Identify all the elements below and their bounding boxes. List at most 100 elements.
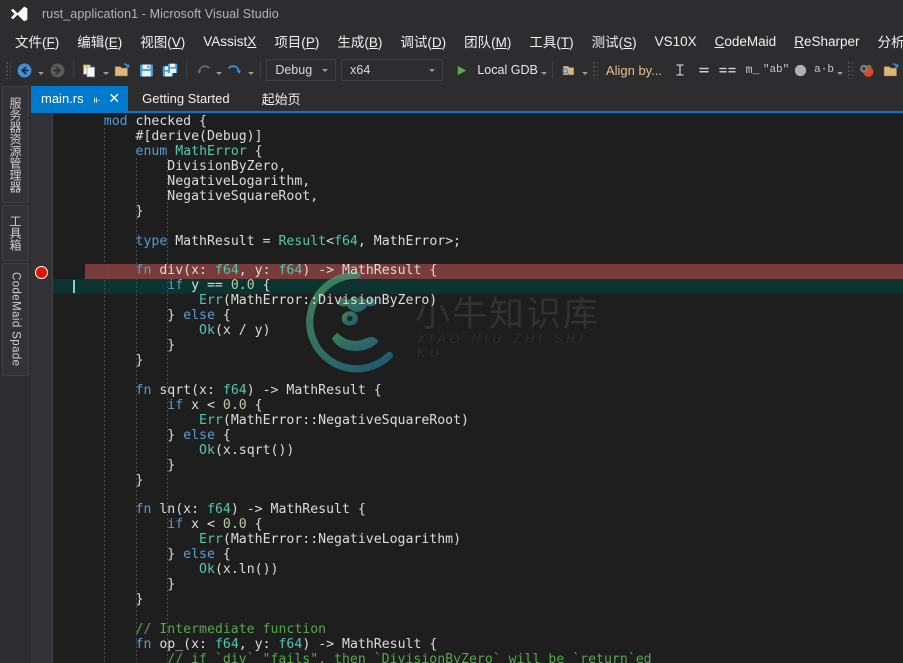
menu-item-1[interactable]: 编辑(E) (68, 28, 131, 55)
menu-item-11[interactable]: CodeMaid (706, 31, 786, 53)
code-line[interactable]: Ok(x / y) (53, 323, 903, 339)
code-line[interactable] (53, 220, 903, 235)
code-line[interactable]: // if `div` "fails", then `DivisionByZer… (53, 652, 903, 663)
text-cursor-icon[interactable] (668, 58, 692, 82)
single-equals-icon[interactable] (692, 58, 716, 82)
menu-item-8[interactable]: 工具(T) (520, 28, 582, 55)
code-line[interactable]: fn op_(x: f64, y: f64) -> MathResult { (53, 637, 903, 653)
code-line[interactable]: } (53, 577, 903, 593)
navigate-forward-icon[interactable] (45, 58, 69, 82)
open-file-icon[interactable] (110, 58, 134, 82)
menu-item-3[interactable]: VAssistX (194, 31, 265, 53)
code-line[interactable]: // Intermediate function (53, 622, 903, 638)
menu-item-2[interactable]: 视图(V) (131, 28, 194, 55)
code-line[interactable]: } else { (53, 308, 903, 324)
resharper-tomato-icon[interactable] (855, 58, 879, 82)
toolbar-grip[interactable] (847, 61, 854, 79)
code-line[interactable]: if y == 0.0 { (53, 278, 903, 295)
editor-tab-getting-started[interactable]: Getting Started (128, 86, 248, 111)
open-folder-icon[interactable] (879, 58, 903, 82)
editor-tab-[interactable]: 起始页 (247, 86, 319, 111)
code-line[interactable]: if x < 0.0 { (53, 517, 903, 533)
save-all-icon[interactable] (158, 58, 182, 82)
code-line[interactable]: #[derive(Debug)] (53, 129, 903, 145)
menu-item-12[interactable]: ReSharper (785, 31, 868, 53)
code-line[interactable]: Err(MathError::NegativeLogarithm) (53, 532, 903, 548)
undo-dropdown[interactable] (215, 58, 223, 82)
source-code[interactable]: mod checked { #[derive(Debug)] enum Math… (53, 113, 903, 663)
quoted-ab-icon[interactable]: "ab" (763, 58, 789, 82)
redo-icon[interactable] (223, 58, 247, 82)
editor-gutter[interactable] (31, 113, 52, 663)
a-dot-b-icon[interactable]: a·b (812, 58, 836, 82)
code-line[interactable]: mod checked { (53, 114, 903, 130)
solution-configuration-combo[interactable]: Debug (266, 59, 337, 81)
code-line[interactable]: fn sqrt(x: f64) -> MathResult { (53, 382, 903, 399)
find-in-files-icon[interactable] (557, 58, 581, 82)
menu-item-5[interactable]: 生成(B) (328, 28, 391, 55)
code-line[interactable]: Ok(x.ln()) (53, 562, 903, 578)
code-line-text: type MathResult = Result<f64, MathError>… (135, 233, 462, 249)
new-file-icon[interactable] (78, 58, 102, 82)
member-underscore-icon[interactable]: m_ (740, 58, 764, 82)
start-debugging-button[interactable] (449, 58, 473, 82)
toolbar-grip[interactable] (5, 61, 11, 79)
menu-item-7[interactable]: 团队(M) (455, 28, 520, 55)
find-options-dropdown[interactable] (581, 58, 589, 82)
code-line-text: fn div(x: f64, y: f64) -> MathResult { (135, 263, 438, 279)
menu-item-4[interactable]: 项目(P) (265, 28, 328, 55)
code-line[interactable]: } (53, 338, 903, 354)
sidebar-item-codemaid-spade[interactable]: CodeMaid Spade (2, 263, 29, 376)
sidebar-item-server-explorer[interactable]: 服务器资源管理器 (2, 86, 29, 203)
solution-configuration-value: Debug (275, 63, 313, 77)
pin-icon[interactable]: ⫦ (94, 93, 101, 105)
code-text-area[interactable]: 小牛知识库 XIAO NIU ZHI SHI KU mod checked { … (53, 113, 903, 663)
code-line[interactable]: } (53, 458, 903, 474)
start-debugging-dropdown[interactable] (540, 58, 548, 82)
redo-dropdown[interactable] (247, 58, 255, 82)
menu-item-10[interactable]: VS10X (646, 31, 706, 53)
code-line[interactable]: } (53, 592, 903, 608)
solution-platform-combo[interactable]: x64 (341, 59, 444, 81)
code-line[interactable]: DivisionByZero, (53, 159, 903, 175)
toolbar-grip[interactable] (592, 61, 598, 79)
menu-item-6[interactable]: 调试(D) (391, 28, 455, 55)
navigate-back-dropdown[interactable] (37, 58, 45, 82)
code-line[interactable]: NegativeLogarithm, (53, 174, 903, 190)
code-line[interactable]: } else { (53, 547, 903, 563)
filled-circle-icon[interactable] (788, 58, 812, 82)
save-icon[interactable] (134, 58, 158, 82)
code-line[interactable]: enum MathError { (53, 144, 903, 160)
code-line[interactable]: Err(MathError::NegativeSquareRoot) (53, 413, 903, 429)
navigate-back-icon[interactable] (13, 58, 37, 82)
code-line[interactable] (53, 369, 903, 384)
sidebar-item-toolbox[interactable]: 工具箱 (2, 205, 29, 261)
code-line[interactable]: } (53, 204, 903, 220)
editor-tab-main-rs[interactable]: main.rs ⫦ ✕ (31, 86, 129, 111)
code-line[interactable]: type MathResult = Result<f64, MathError>… (53, 233, 903, 250)
code-line[interactable]: } (53, 353, 903, 369)
menu-item-9[interactable]: 测试(S) (583, 28, 646, 55)
code-line-text: NegativeSquareRoot, (167, 188, 319, 204)
double-equals-icon[interactable] (716, 58, 740, 82)
menu-item-0[interactable]: 文件(F) (6, 28, 68, 55)
standard-toolbar: Debug x64 Local GDB Align by... m_ "ab" … (0, 55, 903, 85)
code-line[interactable]: NegativeSquareRoot, (53, 188, 903, 205)
sidebar-item-label: CodeMaid Spade (9, 272, 22, 367)
vassistx-overflow-dropdown[interactable] (836, 58, 844, 82)
menu-item-13[interactable]: 分析(N) (868, 28, 903, 55)
breakpoint-marker[interactable] (35, 265, 48, 279)
code-line[interactable]: } else { (53, 428, 903, 444)
new-file-dropdown[interactable] (102, 58, 110, 82)
start-debugging-label[interactable]: Local GDB (473, 63, 539, 77)
code-line[interactable]: if x < 0.0 { (53, 398, 903, 414)
code-line[interactable] (53, 608, 903, 623)
code-line[interactable]: Ok(x.sqrt()) (53, 443, 903, 459)
code-line[interactable]: } (53, 473, 903, 489)
code-editor[interactable]: 小牛知识库 XIAO NIU ZHI SHI KU mod checked { … (31, 111, 903, 663)
align-by-label[interactable]: Align by... (600, 63, 668, 78)
code-line-text: fn sqrt(x: f64) -> MathResult { (135, 382, 382, 398)
code-line[interactable]: Err(MathError::DivisionByZero) (53, 293, 903, 309)
close-icon[interactable]: ✕ (108, 92, 120, 106)
undo-icon[interactable] (191, 58, 215, 82)
